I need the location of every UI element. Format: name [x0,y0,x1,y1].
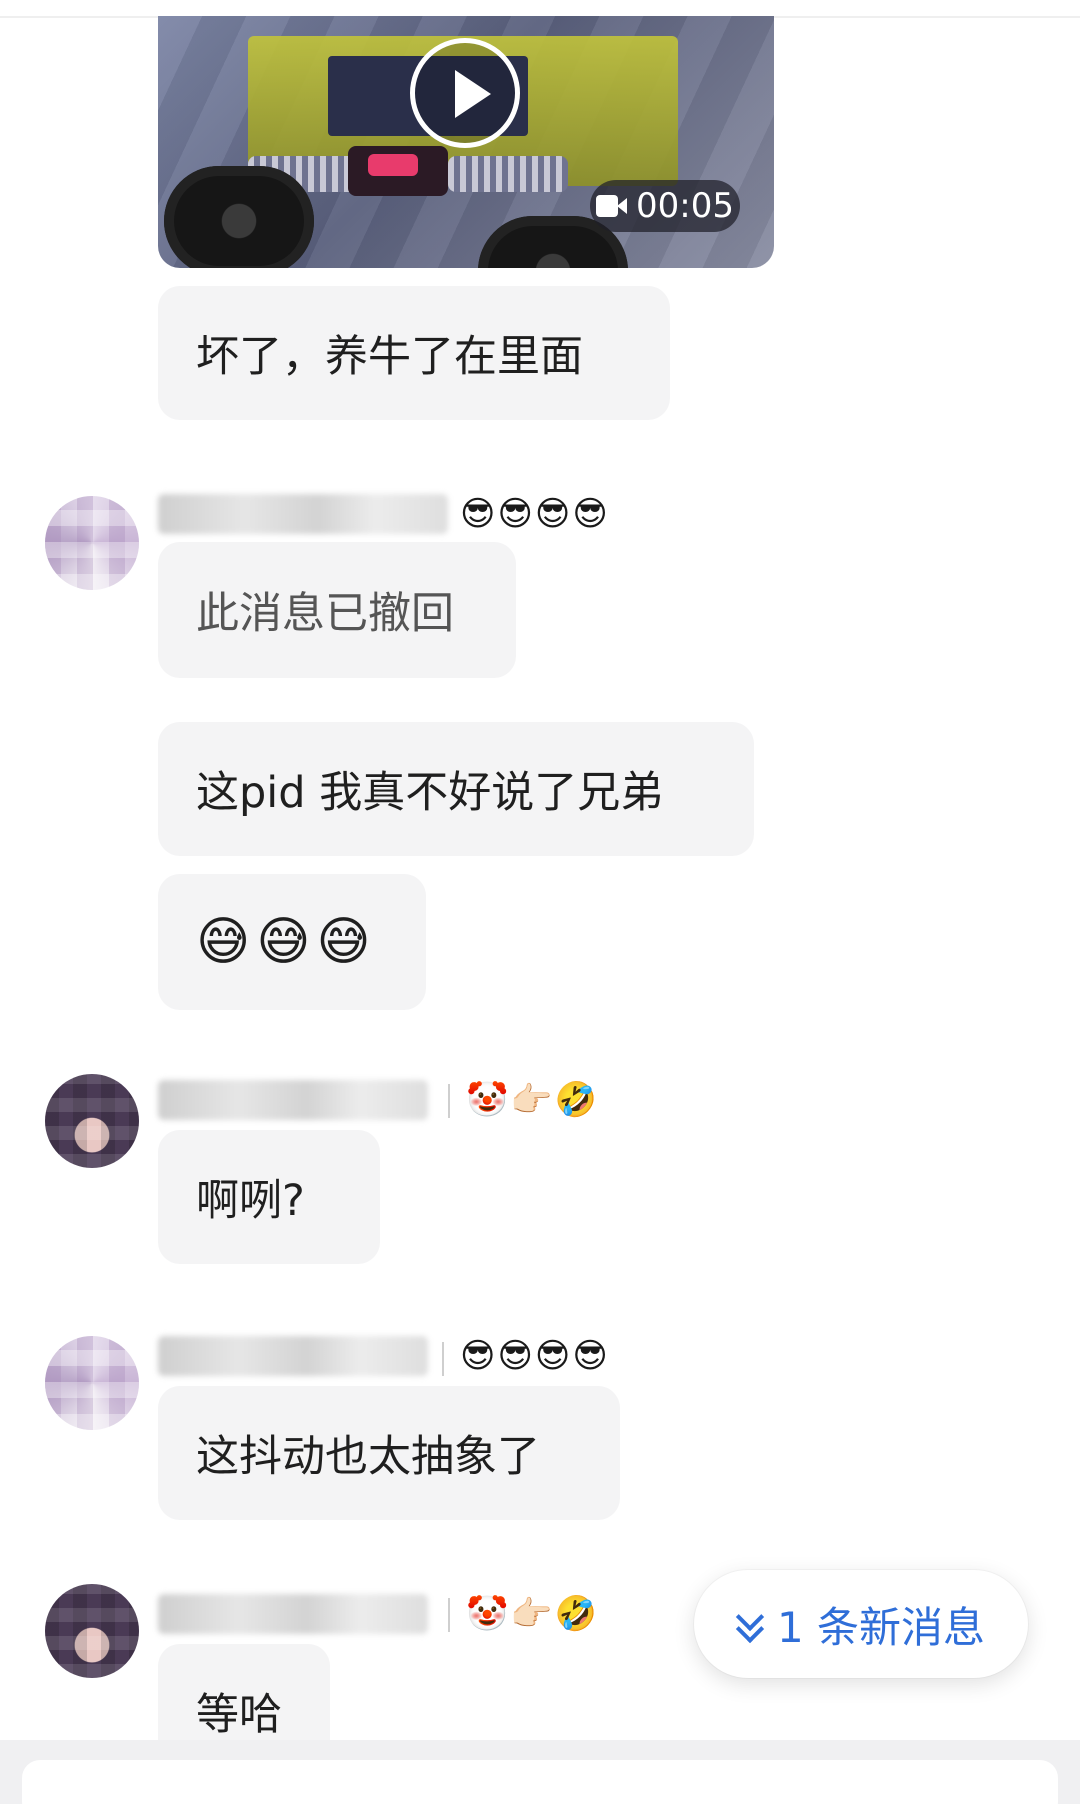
recalled-message-notice: 此消息已撤回 [196,589,454,639]
sender-name-redacted [158,1080,428,1120]
avatar[interactable] [45,1584,139,1678]
video-message[interactable]: 00:05 [158,16,774,268]
robot-battery-light [368,154,418,176]
name-separator [448,1598,450,1632]
message-bubble[interactable]: 这抖动也太抽象了 [158,1386,620,1520]
new-messages-button[interactable]: 1 条新消息 [694,1570,1028,1678]
avatar[interactable] [45,496,139,590]
avatar[interactable] [45,1336,139,1430]
robot-suspension-right [448,156,568,192]
message-bubble[interactable]: 😅😅😅 [158,874,426,1010]
message-bubble[interactable]: 这pid 我真不好说了兄弟 [158,722,754,856]
sender-emoji-suffix: 😎😎😎😎 [460,1336,610,1376]
message-text: 这pid 我真不好说了兄弟 [196,768,664,818]
sender-name-redacted [158,1594,428,1634]
message-text: 啊咧? [196,1176,305,1226]
play-icon [455,70,491,118]
robot-wheel-left [164,166,314,268]
sender-emoji-suffix: 🤡👉🏻🤣 [466,1594,600,1634]
message-input[interactable] [22,1760,1058,1820]
message-bubble[interactable]: 坏了，养牛了在里面 [158,286,670,420]
new-messages-label: 1 条新消息 [776,1602,986,1652]
name-separator [448,1084,450,1118]
video-camera-icon [596,195,627,217]
sender-name-redacted [158,494,448,534]
message-text: 这抖动也太抽象了 [196,1432,540,1482]
message-text: 坏了，养牛了在里面 [196,332,583,382]
message-text: 等哈 [196,1690,282,1740]
name-separator [442,1342,444,1376]
play-button[interactable] [410,38,520,148]
sender-emoji-suffix: 😎😎😎😎 [460,494,610,534]
double-chevron-down-icon [735,1602,765,1644]
message-bubble[interactable]: 啊咧? [158,1130,380,1264]
emoji-message: 😅😅😅 [196,912,377,972]
message-bubble[interactable]: 此消息已撤回 [158,542,516,678]
avatar[interactable] [45,1074,139,1168]
video-duration: 00:05 [636,186,734,226]
video-duration-badge: 00:05 [590,180,740,232]
sender-emoji-suffix: 🤡👉🏻🤣 [466,1080,600,1120]
sender-name-redacted [158,1336,428,1376]
